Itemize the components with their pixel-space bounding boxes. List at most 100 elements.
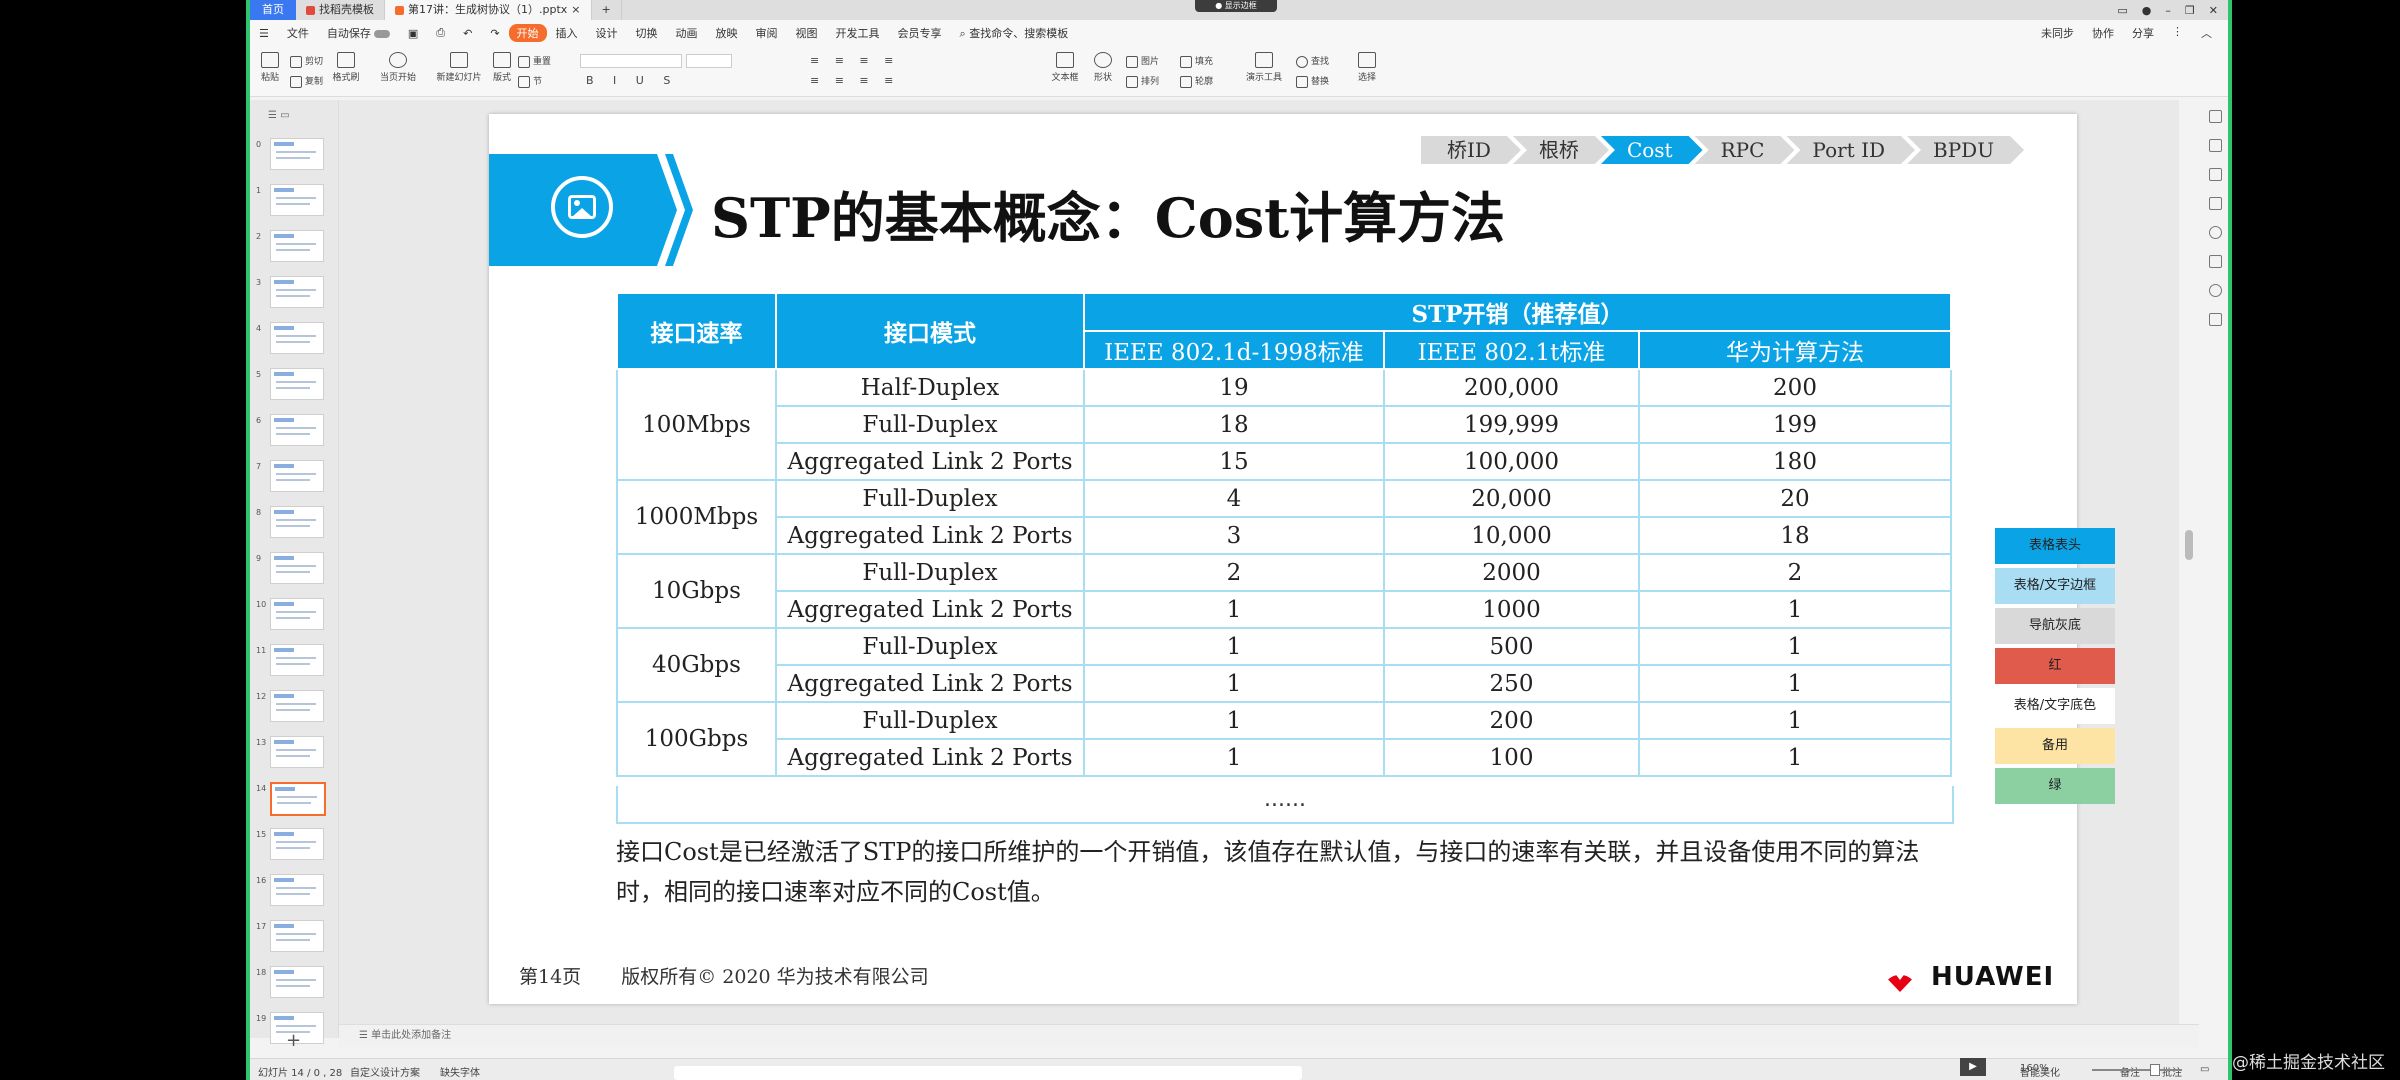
template-tab[interactable]: 找稻壳模板 bbox=[296, 0, 385, 20]
palette-swatch[interactable]: 备用 bbox=[1995, 728, 2115, 764]
notes-area[interactable]: ☰ 单击此处添加备注 bbox=[339, 1024, 2199, 1047]
arrange-button[interactable]: 排列 bbox=[1126, 74, 1159, 88]
maximize-icon[interactable]: ❐ bbox=[2185, 4, 2195, 17]
nav-step[interactable]: 桥ID bbox=[1421, 136, 1521, 164]
textbox-button[interactable]: 文本框 bbox=[1050, 52, 1080, 83]
menu-autosave[interactable]: 自动保存 bbox=[318, 25, 399, 41]
menu-developer[interactable]: 开发工具 bbox=[827, 25, 889, 41]
nav-step[interactable]: 根桥 bbox=[1513, 136, 1609, 164]
section-button[interactable]: 节 bbox=[518, 74, 542, 88]
shape-button[interactable]: 形状 bbox=[1088, 52, 1118, 83]
slide-thumbnail[interactable] bbox=[270, 322, 324, 354]
adjust-icon[interactable] bbox=[2208, 139, 2222, 152]
new-tab-button[interactable]: + bbox=[592, 0, 622, 20]
pin-icon[interactable] bbox=[2208, 197, 2222, 210]
zoom-slider[interactable] bbox=[2092, 1069, 2182, 1071]
slide-thumbnails-panel[interactable]: ☰ ▭ 0 1 2 3 4 5 6 7 8 9 10 11 12 13 14 15 16 17 18 19 + bbox=[250, 100, 339, 1051]
home-tab[interactable]: 首页 bbox=[250, 0, 296, 20]
slide[interactable]: 桥ID 根桥 Cost RPC Port ID BPDU STP的基本概念：Cost计算方… bbox=[489, 114, 2077, 1004]
fill-button[interactable]: 填充 bbox=[1180, 54, 1213, 68]
slide-thumbnail[interactable] bbox=[270, 552, 324, 584]
document-tab[interactable]: 第17讲：生成树协议（1）.pptx × bbox=[385, 0, 592, 20]
palette-swatch[interactable]: 红 bbox=[1995, 648, 2115, 684]
slide-thumbnail[interactable] bbox=[270, 184, 324, 216]
slide-thumbnail[interactable] bbox=[270, 276, 324, 308]
format-painter-button[interactable]: 格式刷 bbox=[328, 52, 364, 83]
copy-button[interactable]: 复制 bbox=[290, 74, 323, 88]
quick-save-icon[interactable]: ▣ bbox=[399, 27, 427, 40]
select-button[interactable]: 选择 bbox=[1354, 52, 1380, 83]
help-icon[interactable] bbox=[2208, 226, 2222, 239]
close-window-icon[interactable]: ✕ bbox=[2209, 4, 2218, 17]
nav-step[interactable]: RPC bbox=[1695, 136, 1795, 164]
menu-transition[interactable]: 切换 bbox=[627, 25, 667, 41]
zoom-knob[interactable] bbox=[2150, 1064, 2160, 1076]
sync-status[interactable]: 未同步 bbox=[2041, 25, 2074, 41]
palette-swatch[interactable]: 导航灰底 bbox=[1995, 608, 2115, 644]
notes-toggle[interactable]: 备注 bbox=[2120, 1064, 2140, 1079]
zoom-level[interactable]: 160% bbox=[2020, 1063, 2049, 1074]
menu-animation[interactable]: 动画 bbox=[667, 25, 707, 41]
paste-button[interactable]: 粘贴 bbox=[256, 52, 284, 83]
close-tab-icon[interactable]: × bbox=[571, 0, 580, 20]
description-text[interactable]: 接口Cost是已经激活了STP的接口所维护的一个开销值，该值存在默认值，与接口的… bbox=[616, 832, 1956, 912]
slide-thumbnail[interactable] bbox=[270, 828, 324, 860]
slide-canvas[interactable]: 桥ID 根桥 Cost RPC Port ID BPDU STP的基本概念：Cost计算方… bbox=[339, 100, 2179, 1038]
palette-swatch[interactable]: 绿 bbox=[1995, 768, 2115, 804]
slide-thumbnail[interactable] bbox=[270, 368, 324, 400]
minimize-icon[interactable]: – bbox=[2165, 4, 2171, 17]
find-button[interactable]: 查找 bbox=[1296, 54, 1329, 68]
backup-icon[interactable] bbox=[2208, 255, 2222, 268]
align-buttons[interactable]: ≡ ≡ ≡ ≡ bbox=[810, 74, 899, 87]
reset-button[interactable]: 重置 bbox=[518, 54, 551, 68]
menu-member[interactable]: 会员专享 bbox=[889, 25, 951, 41]
slide-thumbnail[interactable] bbox=[270, 414, 324, 446]
slide-thumbnail[interactable] bbox=[270, 690, 324, 722]
slide-thumbnail[interactable] bbox=[270, 874, 324, 906]
add-slide-button[interactable]: + bbox=[286, 1030, 301, 1051]
font-style-buttons[interactable]: B I U S bbox=[586, 74, 678, 87]
vertical-scrollbar[interactable] bbox=[2185, 530, 2193, 560]
slide-thumbnail[interactable] bbox=[270, 966, 324, 998]
slide-thumbnail[interactable] bbox=[270, 138, 324, 170]
comments-toggle[interactable]: 批注 bbox=[2162, 1064, 2182, 1079]
present-tools-button[interactable]: 演示工具 bbox=[1244, 52, 1284, 83]
location-icon[interactable] bbox=[2208, 284, 2222, 297]
menu-slideshow[interactable]: 放映 bbox=[707, 25, 747, 41]
menu-design[interactable]: 设计 bbox=[587, 25, 627, 41]
palette-swatch[interactable]: 表格表头 bbox=[1995, 528, 2115, 564]
design-theme[interactable]: 自定义设计方案 bbox=[350, 1064, 420, 1079]
redo-icon[interactable]: ↷ bbox=[481, 27, 508, 40]
paragraph-buttons[interactable]: ≡ ≡ ≡ ≡ bbox=[810, 54, 899, 67]
picture-button[interactable]: 图片 bbox=[1126, 54, 1159, 68]
menu-view[interactable]: 视图 bbox=[787, 25, 827, 41]
copy-style-icon[interactable] bbox=[2208, 168, 2222, 181]
thumbnail-view-toggle[interactable]: ☰ ▭ bbox=[268, 110, 290, 121]
slide-thumbnail[interactable] bbox=[270, 460, 324, 492]
collapse-ribbon-icon[interactable]: ︿ bbox=[2201, 25, 2212, 41]
palette-swatch[interactable]: 表格/文字边框 bbox=[1995, 568, 2115, 604]
play-from-current-button[interactable]: 当页开始 bbox=[378, 52, 418, 83]
menu-file[interactable]: 文件 bbox=[278, 25, 318, 41]
nav-step[interactable]: Port ID bbox=[1786, 136, 1915, 164]
palette-swatch[interactable]: 表格/文字底色 bbox=[1995, 688, 2115, 724]
layout-icon[interactable]: ▭ bbox=[2117, 4, 2127, 17]
view-normal-icon[interactable]: ▭ bbox=[2200, 1064, 2209, 1075]
menu-review[interactable]: 审阅 bbox=[747, 25, 787, 41]
font-name-combo[interactable] bbox=[580, 54, 682, 68]
slide-thumbnail[interactable] bbox=[270, 644, 324, 676]
share-button[interactable]: 分享 bbox=[2132, 25, 2154, 41]
menu-insert[interactable]: 插入 bbox=[547, 25, 587, 41]
search-command[interactable]: ⌕ 查找命令、搜索模板 bbox=[951, 25, 1078, 41]
menu-home[interactable]: 开始 bbox=[508, 24, 547, 42]
avatar[interactable]: ● bbox=[2142, 4, 2152, 17]
new-slide-button[interactable]: 新建幻灯片 bbox=[434, 52, 484, 83]
collaborate-button[interactable]: 协作 bbox=[2092, 25, 2114, 41]
layout-button[interactable]: 版式 bbox=[490, 52, 514, 83]
property-icon[interactable] bbox=[2208, 110, 2222, 123]
font-size-combo[interactable] bbox=[686, 54, 732, 68]
play-slideshow-icon[interactable]: ▶ bbox=[1960, 1058, 1986, 1076]
book-icon[interactable] bbox=[2208, 313, 2222, 326]
cut-button[interactable]: 剪切 bbox=[290, 54, 323, 68]
missing-font[interactable]: 缺失字体 bbox=[440, 1064, 480, 1079]
